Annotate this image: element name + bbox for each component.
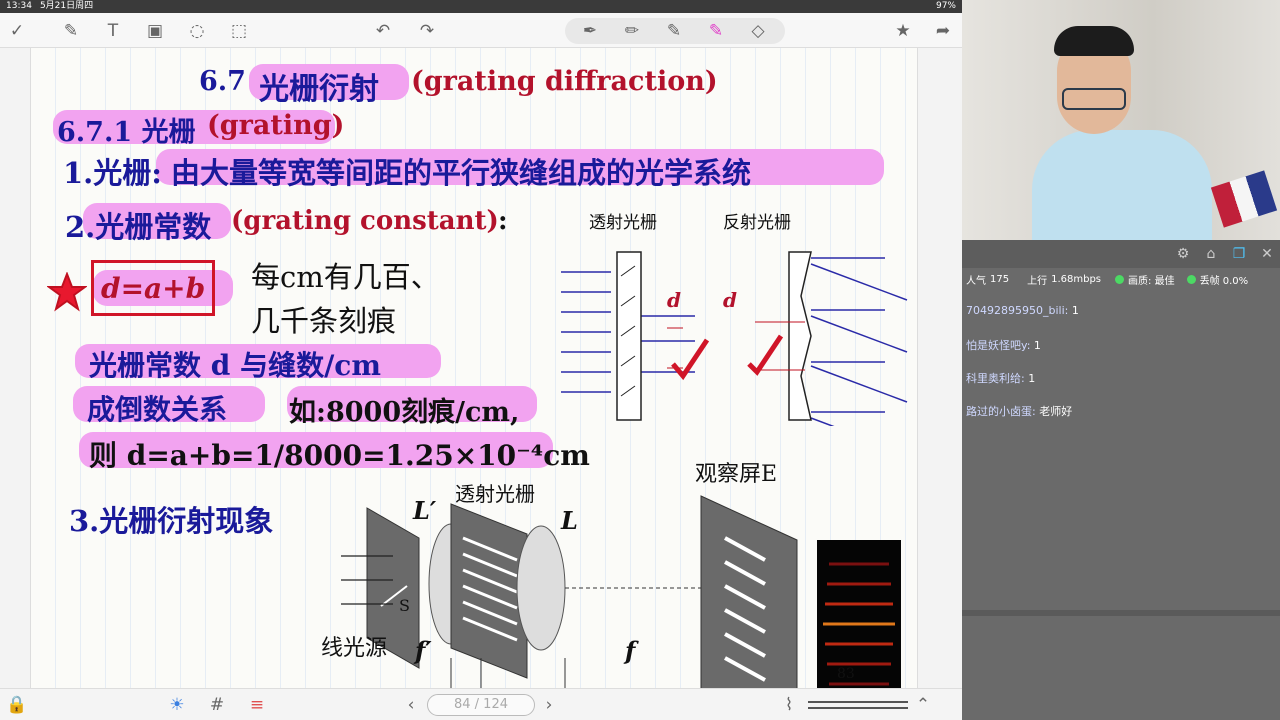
live-panel: ⚙ ⌂ ❐ ✕ 人气 175 上行 1.68mbps 画质: 最佳 丢帧 0.0… xyxy=(962,240,1280,720)
undo-icon[interactable]: ↶ xyxy=(372,20,394,42)
chat-text: 1 xyxy=(1028,372,1036,385)
panel-resize-handle[interactable] xyxy=(962,610,1280,616)
fig-lens-lprime: L′ xyxy=(413,496,437,525)
drop-dot-icon xyxy=(1186,275,1196,284)
quality-dot-icon xyxy=(1115,275,1125,284)
drop-label: 丢帧 0.0% xyxy=(1199,276,1249,287)
chat-message: 科里奥利给: 1 xyxy=(966,370,1035,386)
note-line1: 每cm有几百、 xyxy=(251,260,440,294)
chat-message: 路过的小卤蛋: 老师好 xyxy=(966,403,1072,419)
lasso-icon[interactable]: ◌ xyxy=(186,20,208,42)
favorite-icon[interactable]: ★ xyxy=(892,20,914,42)
fig-reflection-label: 反射光栅 xyxy=(723,213,791,233)
chat-text: 1 xyxy=(1033,339,1041,352)
stream-stats: 人气 175 上行 1.68mbps 画质: 最佳 丢帧 0.0% xyxy=(966,272,1278,287)
window-icon[interactable]: ❐ xyxy=(1228,243,1250,265)
item1-text: 由大量等宽等间距的平行狭缝组成的光学系统 xyxy=(171,156,752,190)
relation-line3: 如:8000刻痕/cm, xyxy=(289,397,520,428)
page-indicator[interactable]: 84 / 124 xyxy=(427,694,535,716)
notes-app: 13:34 5月21日周四 97% ✓ ✎ T ▣ ◌ ⬚ ↶ ↷ ✒ ✏ ✎ … xyxy=(0,0,962,720)
redo-icon[interactable]: ↷ xyxy=(416,20,438,42)
prev-page-icon[interactable]: ‹ xyxy=(400,694,422,716)
chat-user: 怕是妖怪吧y: xyxy=(966,339,1031,352)
upload-label: 上行 xyxy=(1027,276,1048,287)
page-number: 83 xyxy=(837,666,855,682)
thumbnail-icon[interactable]: ⌇ xyxy=(778,694,800,716)
item2-label: 2.光栅常数 xyxy=(65,210,212,244)
chat-user: 路过的小卤蛋: xyxy=(966,405,1036,418)
status-date: 5月21日周四 xyxy=(39,1,94,11)
fig-lens-l: L xyxy=(561,506,578,535)
fig-source-s: S xyxy=(399,596,410,615)
item2-colon: : xyxy=(498,206,508,236)
grating-figure xyxy=(561,251,908,426)
select-icon[interactable]: ⬚ xyxy=(228,20,250,42)
subtitle-en: (grating) xyxy=(207,110,345,141)
pen-tool-icon[interactable]: ✎ xyxy=(60,20,82,42)
fig-d-transmission: d xyxy=(667,288,681,312)
fig-focal-fprime: f′ xyxy=(415,636,432,665)
webcam-feed xyxy=(962,0,1280,240)
item1-label: 1.光栅: xyxy=(63,156,162,190)
eraser-icon[interactable]: ◇ xyxy=(747,20,769,42)
lock-panel-icon[interactable]: ⌂ xyxy=(1200,243,1222,265)
popularity-label: 人气 xyxy=(966,276,986,287)
chat-user: 70492895950_bili: xyxy=(966,304,1069,317)
brightness-icon[interactable]: ☀ xyxy=(166,694,188,716)
title-en: (grating diffraction) xyxy=(411,66,718,97)
chat-message: 70492895950_bili: 1 xyxy=(966,304,1079,317)
share-icon[interactable]: ➦ xyxy=(932,20,954,42)
scrubber[interactable] xyxy=(808,701,908,709)
expand-icon[interactable]: ⌃ xyxy=(912,694,934,716)
fig-d-reflection: d xyxy=(723,288,737,312)
title-zh: 光栅衍射 xyxy=(259,72,379,107)
close-icon[interactable]: ✕ xyxy=(1256,243,1278,265)
lines-icon[interactable]: ≡ xyxy=(246,694,268,716)
chat-user: 科里奥利给: xyxy=(966,372,1025,385)
chat-text: 1 xyxy=(1071,304,1079,317)
fig-source-label: 线光源 xyxy=(321,636,388,661)
text-tool-icon[interactable]: T xyxy=(102,20,124,42)
fig-transmission-label: 透射光栅 xyxy=(589,213,657,233)
highlighter-icon[interactable]: ✎ xyxy=(705,20,727,42)
grid-icon[interactable]: # xyxy=(206,694,228,716)
pen-palette: ✒ ✏ ✎ ✎ ◇ xyxy=(565,18,785,44)
item3-label: 3.光栅衍射现象 xyxy=(69,504,274,538)
status-bar: 13:34 5月21日周四 97% xyxy=(0,0,962,13)
fig-focal-f: f xyxy=(625,636,636,665)
presenter-hair xyxy=(1054,26,1134,56)
popularity-value: 175 xyxy=(990,274,1010,285)
relation-line1: 光栅常数 d 与缝数/cm xyxy=(89,349,381,382)
fig-grating-label: 透射光栅 xyxy=(455,482,535,506)
pencil-icon[interactable]: ✏ xyxy=(621,20,643,42)
upload-value: 1.68mbps xyxy=(1051,274,1102,285)
marker-icon[interactable]: ✎ xyxy=(663,20,685,42)
star-annotation xyxy=(47,272,87,312)
toolbar: ✓ ✎ T ▣ ◌ ⬚ ↶ ↷ ✒ ✏ ✎ ✎ ◇ ★ ➦ xyxy=(0,13,962,48)
chat-text: 老师好 xyxy=(1039,405,1073,418)
pen-icon[interactable]: ✒ xyxy=(579,20,601,42)
chat-message: 怕是妖怪吧y: 1 xyxy=(966,337,1041,353)
fig-screen-label: 观察屏E xyxy=(695,462,778,487)
bottom-bar: 🔒 ☀ # ≡ ‹ 84 / 124 › ⌇ ⌃ xyxy=(0,688,962,720)
item2-en: (grating constant) xyxy=(231,206,499,236)
subtitle-number: 6.7.1 光栅 xyxy=(57,117,196,148)
relation-line2: 成倒数关系 xyxy=(87,393,228,426)
screen: 13:34 5月21日周四 97% ✓ ✎ T ▣ ◌ ⬚ ↶ ↷ ✒ ✏ ✎ … xyxy=(0,0,1280,720)
panel-header: ⚙ ⌂ ❐ ✕ xyxy=(962,240,1280,268)
slide-page[interactable]: 6.7 光栅衍射 (grating diffraction) 6.7.1 光栅 … xyxy=(30,48,918,688)
lock-icon[interactable]: 🔒 xyxy=(6,694,28,716)
settings-icon[interactable]: ⚙ xyxy=(1172,243,1194,265)
presenter-shirt xyxy=(1032,130,1212,240)
formula: d=a+b xyxy=(101,272,206,305)
presenter-glasses xyxy=(1062,88,1126,110)
title-number: 6.7 xyxy=(199,66,246,97)
image-icon[interactable]: ▣ xyxy=(144,20,166,42)
status-time: 13:34 xyxy=(6,1,32,11)
done-icon[interactable]: ✓ xyxy=(6,20,28,42)
battery-label: 97% xyxy=(935,1,956,11)
quality-label: 画质: 最佳 xyxy=(1128,276,1175,287)
next-page-icon[interactable]: › xyxy=(538,694,560,716)
note-line2: 几千条刻痕 xyxy=(251,304,397,338)
